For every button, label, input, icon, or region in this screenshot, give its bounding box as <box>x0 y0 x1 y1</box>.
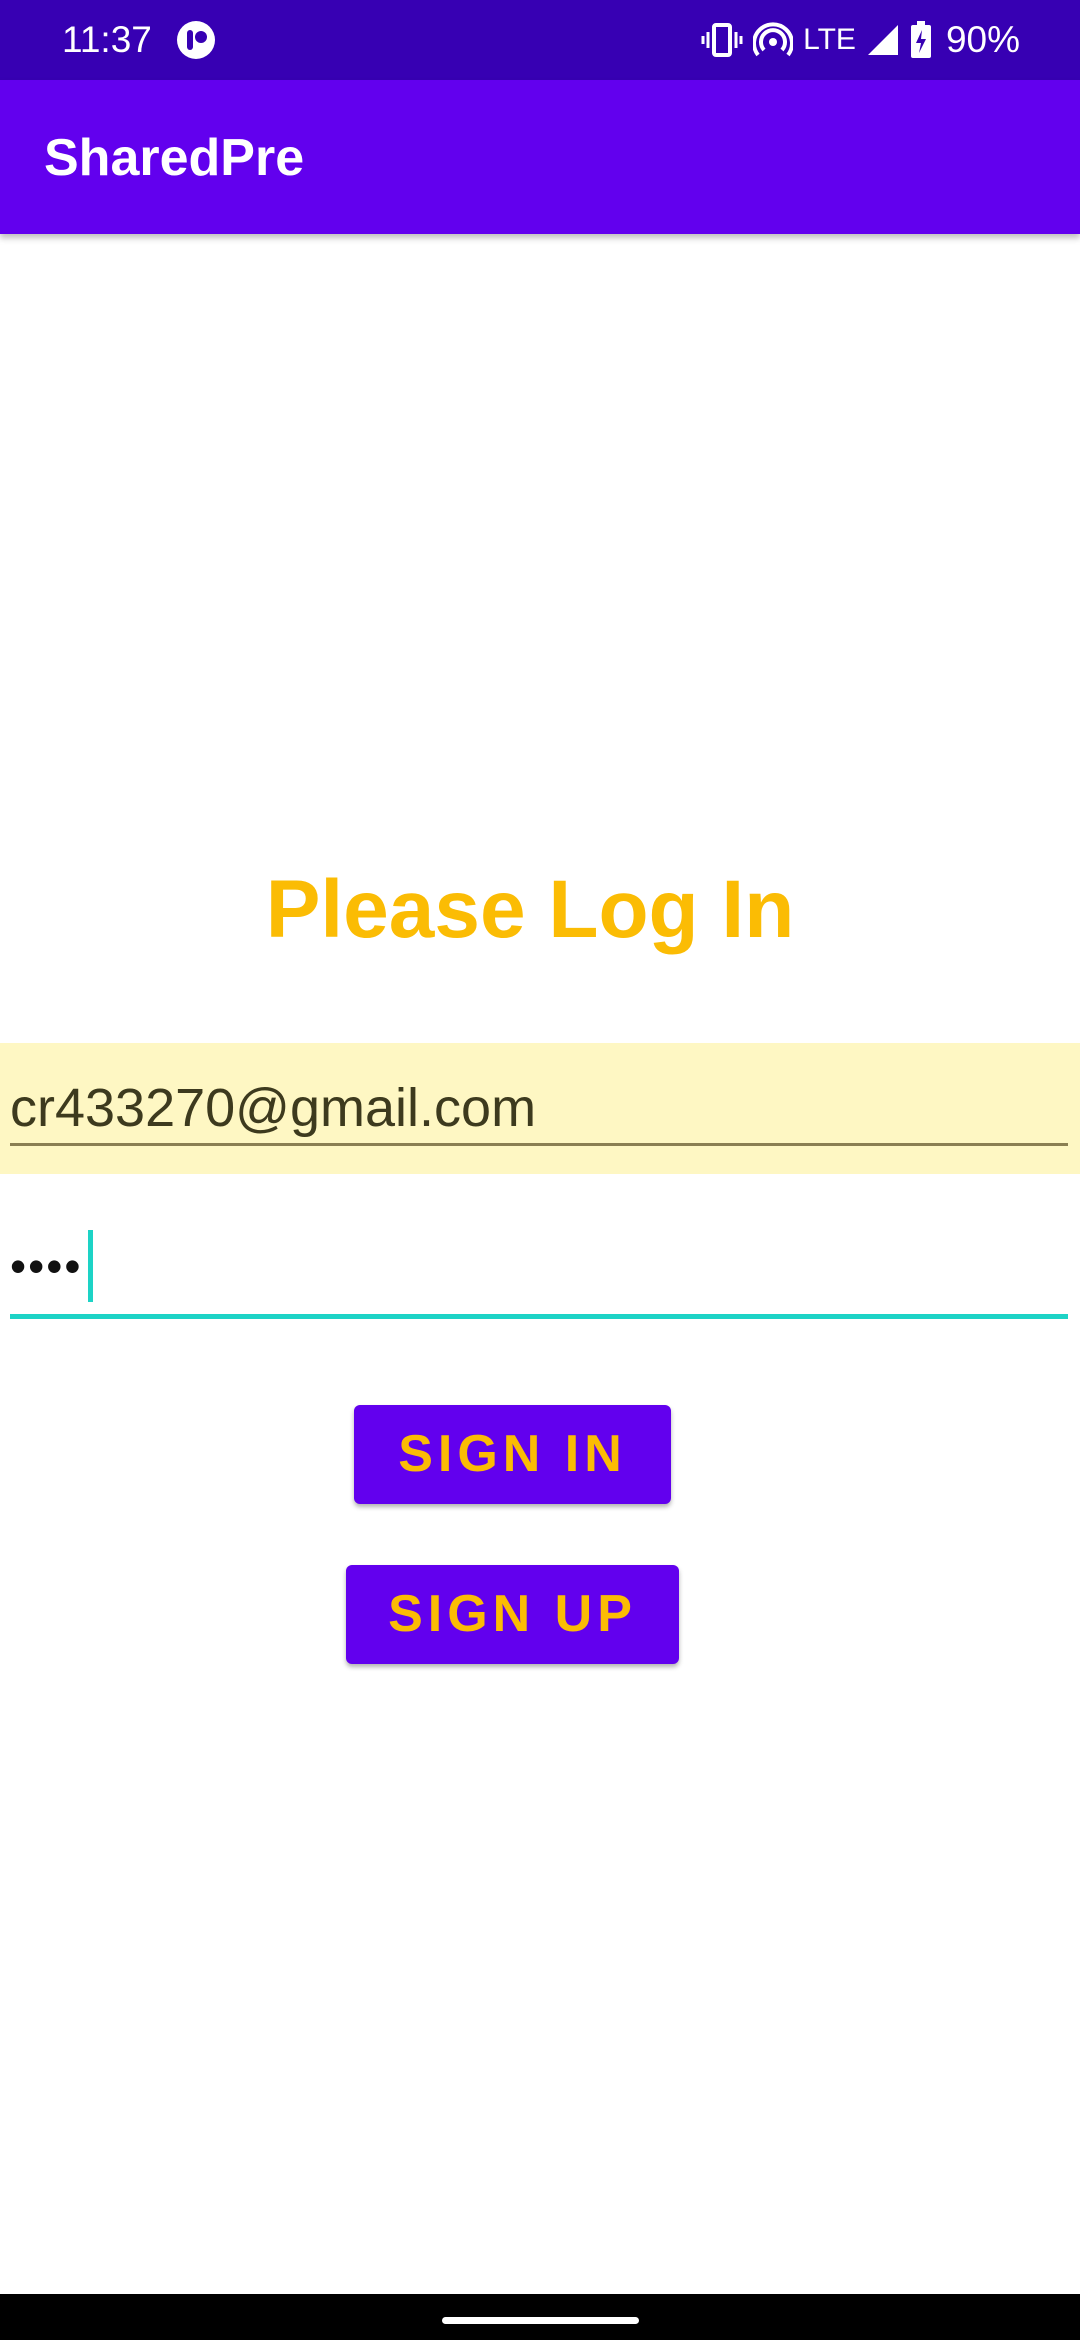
vibrate-icon <box>701 22 743 58</box>
app-bar: SharedPre <box>0 80 1080 234</box>
network-type: LTE <box>803 23 856 56</box>
app-notification-icon <box>176 20 216 60</box>
battery-charging-icon <box>910 21 932 59</box>
password-field[interactable]: •••• <box>10 1224 1068 1319</box>
home-gesture-handle[interactable] <box>442 2317 639 2324</box>
navigation-bar <box>0 2294 1080 2340</box>
battery-percentage: 90% <box>945 19 1020 60</box>
status-icons: LTE 90% <box>701 14 1020 66</box>
status-time: 11:37 <box>62 19 152 60</box>
text-cursor <box>88 1230 93 1302</box>
hotspot-icon <box>753 22 794 58</box>
email-field[interactable] <box>10 1073 1068 1146</box>
sign-in-button[interactable]: SIGN IN <box>354 1405 671 1504</box>
app-title: SharedPre <box>44 129 305 187</box>
status-bar: 11:37 LTE 90% <box>0 0 1080 80</box>
password-masked-text: •••• <box>10 1240 83 1292</box>
sign-up-button[interactable]: SIGN UP <box>346 1565 679 1664</box>
signal-icon <box>866 23 900 57</box>
login-heading: Please Log In <box>265 864 795 955</box>
email-field-container <box>0 1043 1080 1174</box>
